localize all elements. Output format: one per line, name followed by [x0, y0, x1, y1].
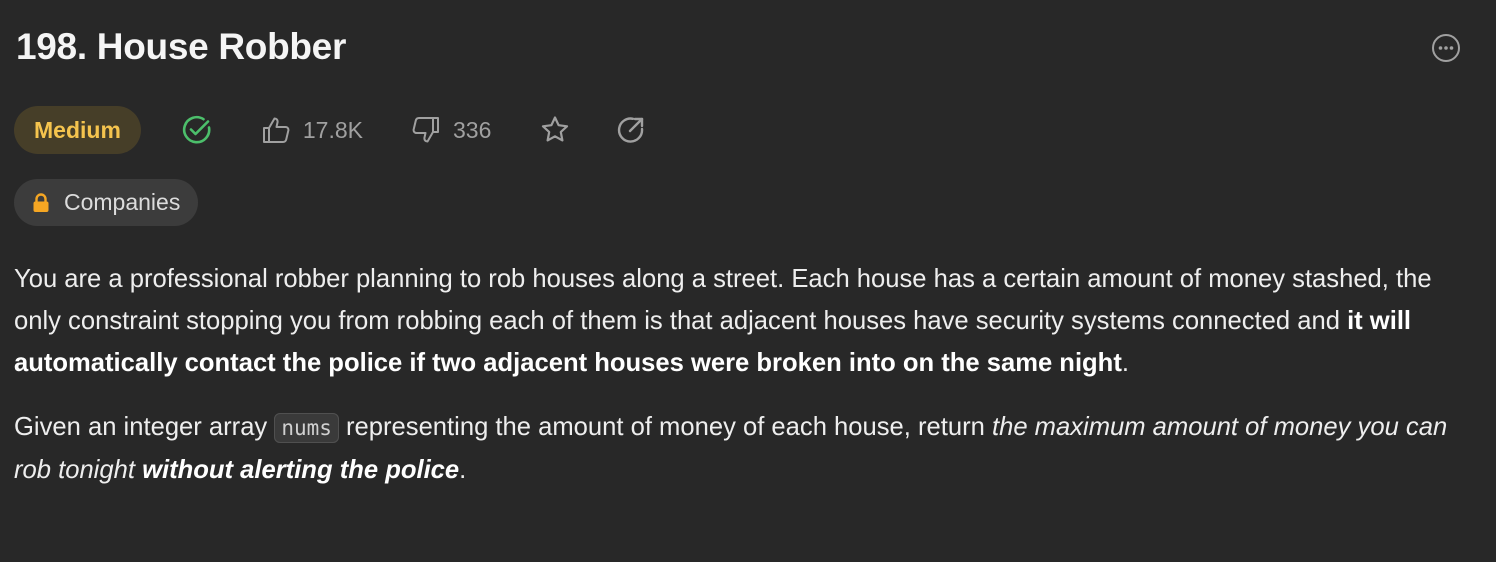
- companies-tag-label: Companies: [64, 189, 181, 215]
- thumbs-down-icon: [411, 115, 441, 145]
- dislike-button[interactable]: 336: [411, 115, 491, 145]
- thumbs-up-icon: [261, 115, 291, 145]
- star-icon: [539, 114, 571, 146]
- description-text: .: [459, 456, 467, 484]
- companies-tag[interactable]: Companies: [14, 179, 199, 226]
- description-bold-italic: without alerting the police: [142, 456, 460, 484]
- description-text: Given an integer array: [14, 413, 275, 441]
- share-icon: [616, 115, 646, 145]
- problem-title: 198. House Robber: [16, 26, 347, 67]
- description-paragraph-2: Given an integer array nums representing…: [14, 406, 1474, 491]
- more-icon: [1431, 33, 1461, 68]
- solved-status: [181, 114, 213, 146]
- description-text: You are a professional robber planning t…: [14, 265, 1432, 335]
- dislike-count: 336: [453, 116, 492, 143]
- like-count: 17.8K: [302, 116, 363, 143]
- favorite-button[interactable]: [539, 114, 571, 146]
- problem-meta-row: Medium 17.8K 336: [14, 106, 646, 154]
- like-button[interactable]: 17.8K: [261, 115, 363, 145]
- description-text: representing the amount of money of each…: [338, 413, 992, 441]
- share-button[interactable]: [616, 115, 646, 145]
- lock-icon: [32, 192, 50, 213]
- solved-check-icon: [181, 114, 213, 146]
- description-paragraph-1: You are a professional robber planning t…: [14, 258, 1474, 384]
- inline-code: nums: [274, 413, 339, 443]
- problem-description: You are a professional robber planning t…: [14, 258, 1474, 513]
- more-options-button[interactable]: [1430, 33, 1462, 68]
- difficulty-badge: Medium: [14, 106, 141, 154]
- tags-row: Companies: [14, 179, 199, 226]
- description-text: .: [1121, 349, 1129, 377]
